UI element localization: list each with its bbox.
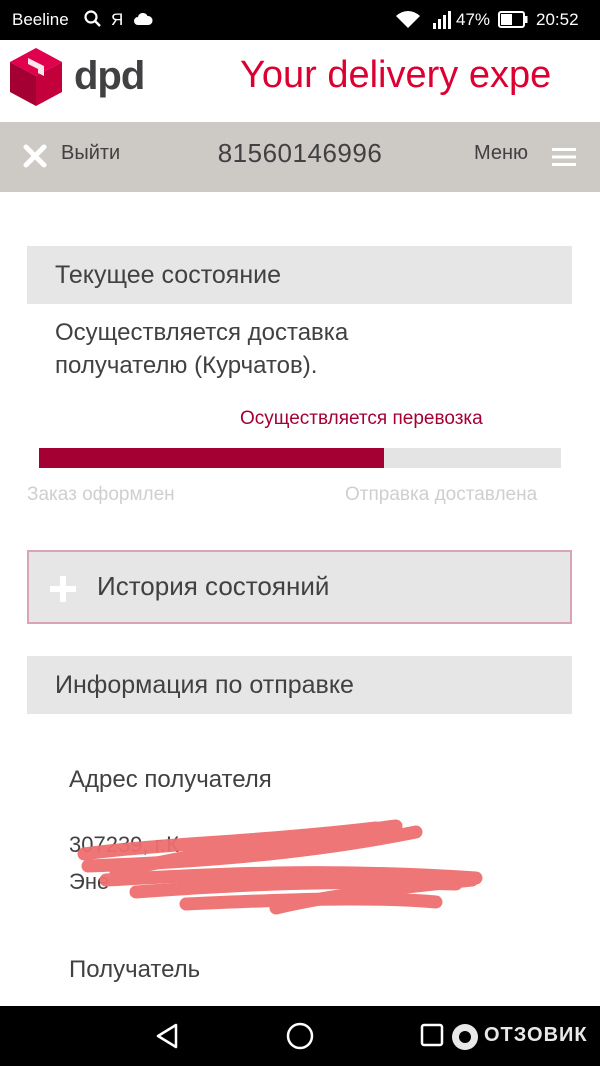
plus-icon bbox=[50, 576, 76, 607]
shipment-info-header: Информация по отправке bbox=[27, 656, 572, 714]
watermark-logo-icon bbox=[450, 1022, 480, 1057]
back-icon[interactable] bbox=[155, 1023, 179, 1054]
status-description-line-1: Осуществляется доставка bbox=[55, 319, 349, 346]
home-icon[interactable] bbox=[286, 1022, 314, 1055]
carrier-name: Beeline bbox=[12, 10, 69, 29]
status-description-line-2: получателю (Курчатов). bbox=[55, 352, 318, 379]
recipient-address-title: Адрес получателя bbox=[69, 766, 272, 793]
delivery-progress-bar bbox=[37, 446, 563, 470]
current-status-header: Текущее состояние bbox=[27, 246, 572, 304]
progress-label: Осуществляется перевозка bbox=[240, 408, 483, 429]
search-icon bbox=[83, 9, 103, 34]
slogan: Your delivery expe bbox=[240, 54, 552, 96]
redaction-scribble bbox=[76, 814, 486, 929]
battery-percent: 47% bbox=[456, 10, 491, 29]
step-delivered: Отправка доставлена bbox=[345, 484, 538, 505]
site-header: dpd Your delivery expe bbox=[0, 40, 600, 122]
clock: 20:52 bbox=[536, 10, 579, 29]
status-history-toggle[interactable]: История состояний bbox=[27, 550, 572, 624]
progress-fill bbox=[39, 448, 384, 468]
status-bar: Beeline Я 47% 20:52 bbox=[0, 0, 600, 40]
yandex-icon: Я bbox=[111, 10, 124, 29]
wifi-icon bbox=[396, 11, 420, 34]
brand-name: dpd bbox=[74, 54, 145, 98]
status-description: Осуществляется доставка получателю (Курч… bbox=[55, 316, 475, 382]
cloud-icon bbox=[133, 11, 153, 32]
signal-icon bbox=[432, 11, 452, 34]
battery-icon bbox=[498, 11, 528, 33]
dpd-logo-icon[interactable] bbox=[8, 46, 64, 113]
status-history-title: История состояний bbox=[97, 571, 330, 601]
step-order-placed: Заказ оформлен bbox=[27, 484, 175, 505]
system-nav-bar: ОТЗОВИК bbox=[0, 1006, 600, 1066]
watermark-text: ОТЗОВИК bbox=[484, 1024, 588, 1046]
hamburger-menu-icon[interactable] bbox=[552, 147, 576, 172]
tracking-nav-bar: Выйти 81560146996 Меню bbox=[0, 122, 600, 192]
menu-button[interactable]: Меню bbox=[474, 142, 528, 165]
recents-icon[interactable] bbox=[420, 1023, 444, 1052]
recipient-title: Получатель bbox=[69, 956, 201, 983]
